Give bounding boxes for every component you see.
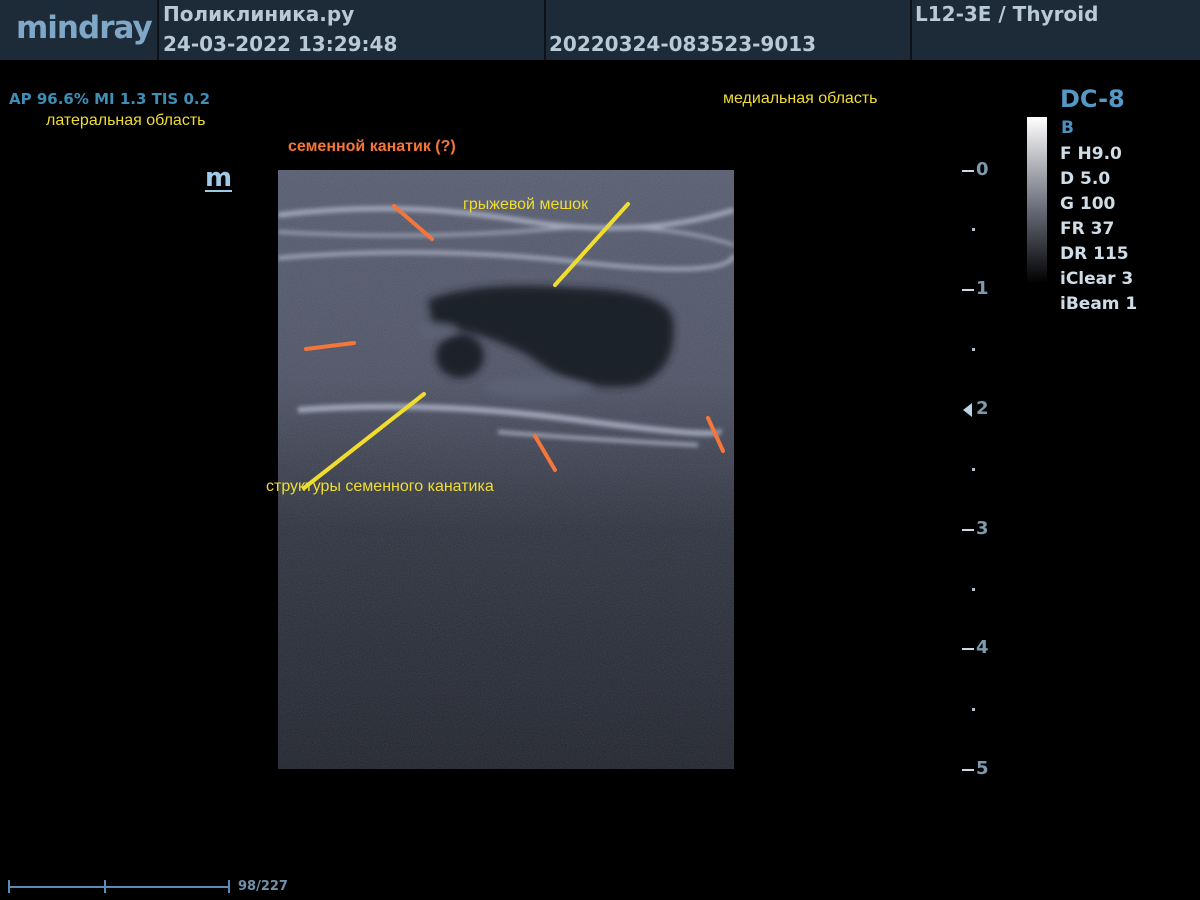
depth-tick — [962, 769, 974, 771]
header-divider — [910, 0, 912, 60]
depth-minor-tick — [972, 708, 975, 711]
cine-end-tick — [228, 880, 230, 893]
label-lateral: латеральная область — [46, 112, 206, 129]
param-depth: D 5.0 — [1060, 169, 1111, 189]
orientation-marker: m — [205, 163, 233, 193]
cine-position-handle[interactable] — [104, 880, 106, 893]
header-divider — [157, 0, 159, 60]
param-frequency: F H9.0 — [1060, 144, 1122, 164]
depth-minor-tick — [972, 348, 975, 351]
imaging-parameters: F H9.0 D 5.0 G 100 FR 37 DR 115 iClear 3… — [1060, 142, 1137, 317]
label-medial: медиальная область — [723, 90, 878, 107]
focus-marker-icon[interactable] — [963, 403, 972, 417]
label-cord-structures: структуры семенного канатика — [266, 478, 494, 495]
param-ibeam: iBeam 1 — [1060, 294, 1138, 314]
depth-tick — [962, 289, 974, 291]
label-hernia-sac: грыжевой мешок — [463, 196, 589, 213]
header-divider — [544, 0, 546, 60]
cine-scrollbar[interactable] — [8, 886, 230, 888]
depth-tick — [962, 529, 974, 531]
depth-label: 3 — [976, 518, 989, 539]
mode-label: B — [1061, 118, 1074, 138]
depth-minor-tick — [972, 468, 975, 471]
param-iclear: iClear 3 — [1060, 269, 1134, 289]
param-gain: G 100 — [1060, 194, 1116, 214]
acoustic-output-readout: AP 96.6% MI 1.3 TIS 0.2 — [9, 90, 211, 108]
orientation-marker-underline — [205, 190, 232, 192]
param-dynamic-range: DR 115 — [1060, 244, 1129, 264]
depth-label: 0 — [976, 159, 989, 180]
depth-label: 5 — [976, 758, 989, 779]
ultrasound-image[interactable] — [278, 170, 734, 769]
depth-label: 4 — [976, 637, 989, 658]
depth-minor-tick — [972, 228, 975, 231]
label-cord-question: семенной канатик (?) — [288, 138, 456, 155]
grayscale-bar — [1027, 117, 1047, 283]
depth-tick — [962, 648, 974, 650]
exam-datetime: 24-03-2022 13:29:48 — [163, 32, 398, 56]
dynamic-contrast-label: DC-8 — [1060, 85, 1125, 113]
clinic-name: Поликлиника.ру — [163, 2, 355, 26]
depth-tick — [962, 170, 974, 172]
probe-preset[interactable]: L12-3E / Thyroid — [915, 2, 1098, 26]
param-frame-rate: FR 37 — [1060, 219, 1115, 239]
exam-id: 20220324-083523-9013 — [549, 32, 817, 56]
depth-minor-tick — [972, 588, 975, 591]
depth-label: 2 — [976, 398, 989, 419]
brand-logo: mindray — [16, 10, 153, 46]
cine-frame-counter: 98/227 — [238, 879, 288, 894]
header-bar: mindray Поликлиника.ру 24-03-2022 13:29:… — [0, 0, 1200, 60]
depth-label: 1 — [976, 278, 989, 299]
cine-start-tick — [8, 880, 10, 893]
